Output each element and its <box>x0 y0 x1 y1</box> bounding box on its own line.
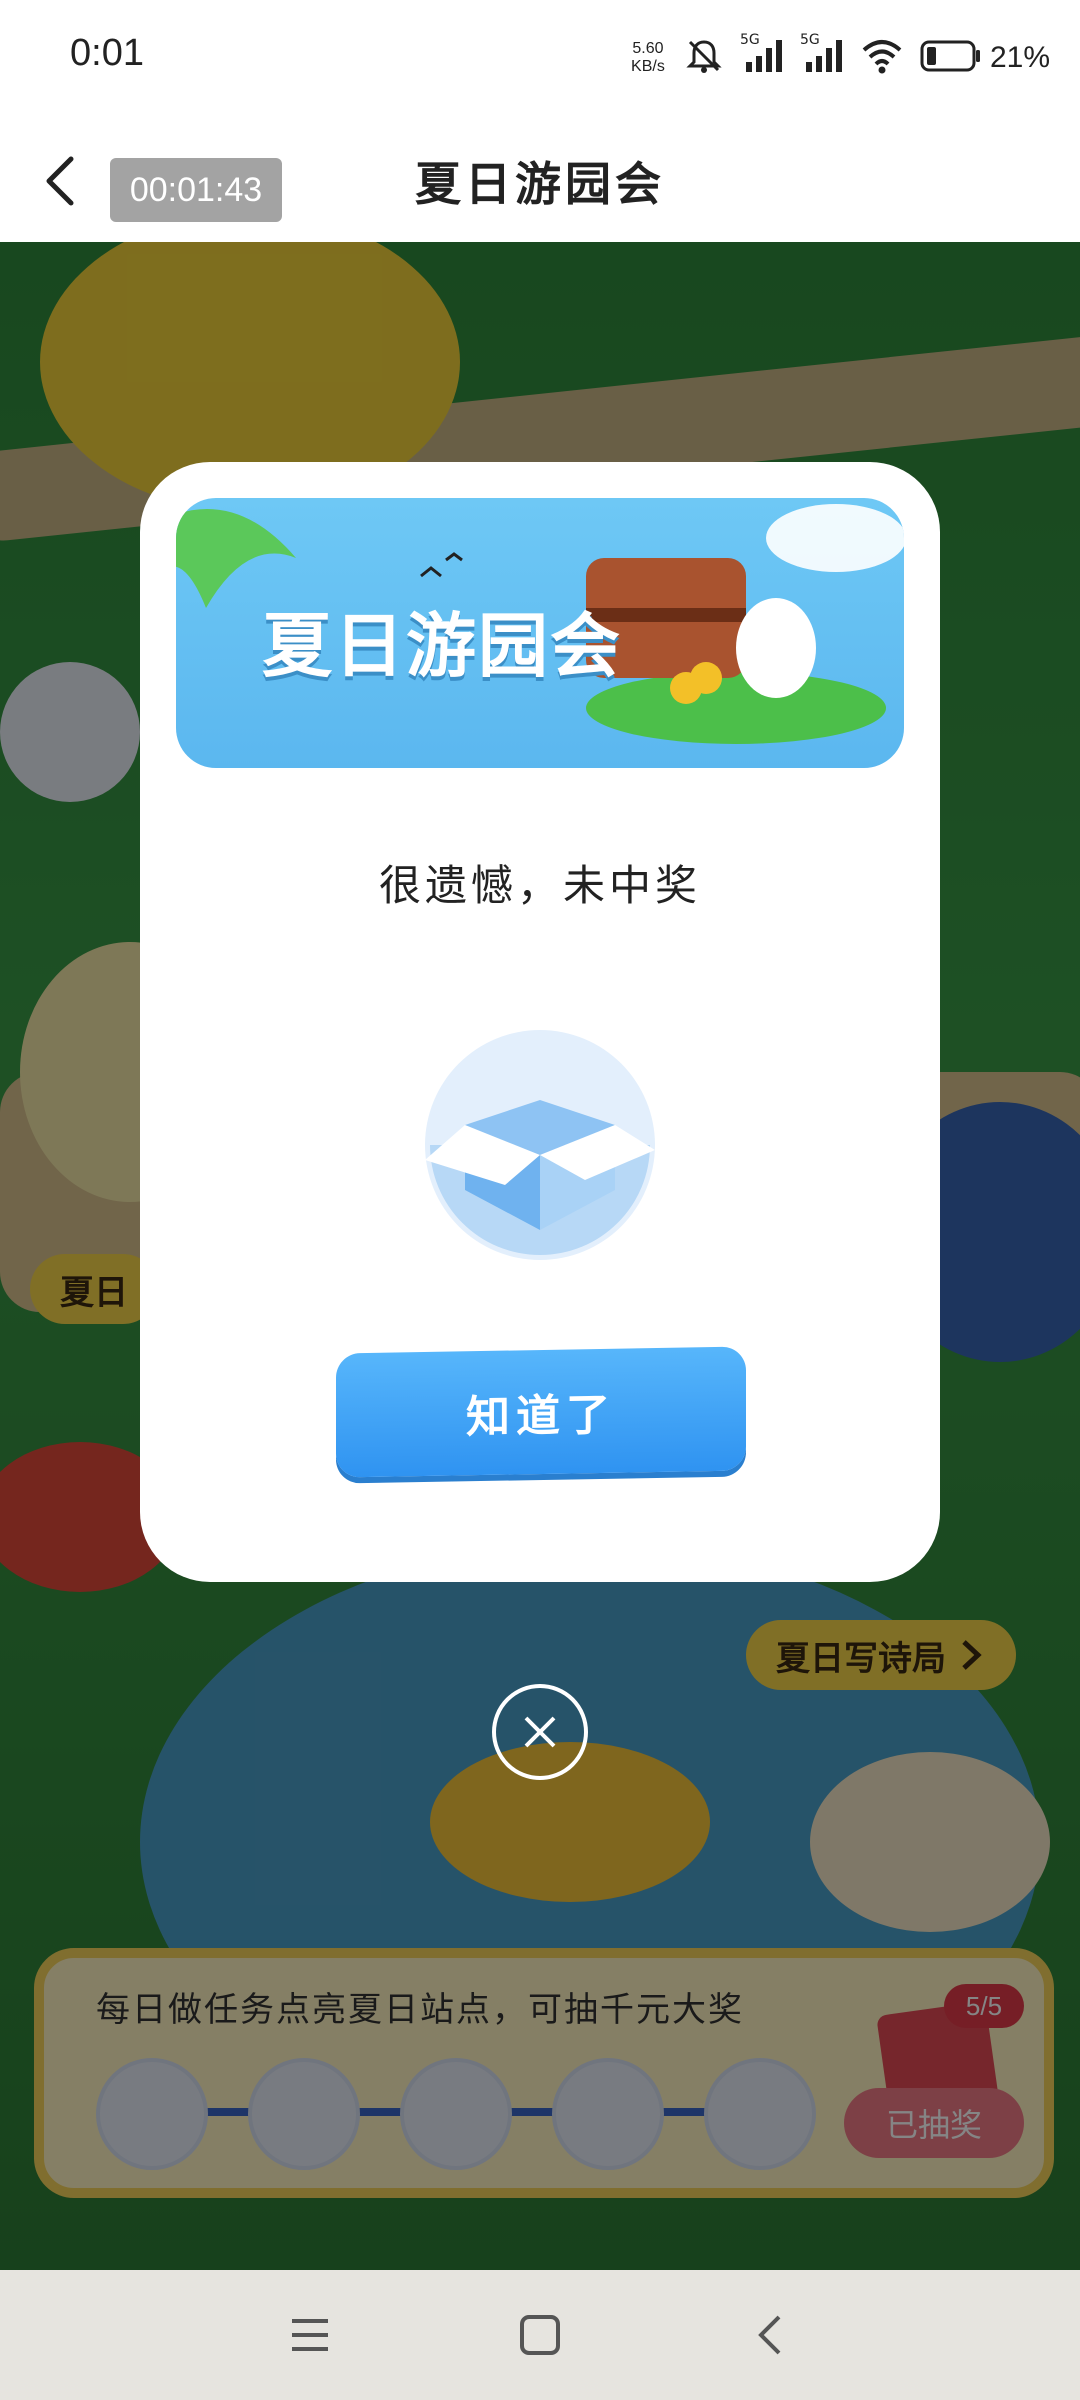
dialog-banner: 夏日游园会 <box>176 498 904 768</box>
page-title: 夏日游园会 <box>415 157 665 211</box>
menu-button[interactable] <box>270 2300 350 2370</box>
signal-label: 5G <box>739 32 760 48</box>
signal-icon: 5G <box>800 32 844 80</box>
navigation-bar <box>0 2270 1080 2400</box>
ok-button[interactable]: 知道了 <box>336 1346 746 1478</box>
status-icons: 5.60 KB/s 5G 5G 21% <box>628 28 1050 88</box>
result-text: 很遗憾，未中奖 <box>378 861 701 910</box>
title-bar: 00:01:43 夏日游园会 <box>0 118 1080 242</box>
back-nav-button[interactable] <box>730 2300 810 2370</box>
back-icon <box>758 2315 781 2355</box>
battery-icon <box>920 39 982 77</box>
result-dialog: 夏日游园会 很遗憾，未中奖 知道了 <box>140 462 940 1582</box>
signal-icon: 5G <box>740 32 784 80</box>
home-button[interactable] <box>500 2300 580 2370</box>
menu-icon <box>292 2319 328 2351</box>
mute-icon <box>684 36 724 80</box>
status-bar: 0:01 5.60 KB/s 5G 5G 21% <box>0 0 1080 118</box>
close-button[interactable] <box>492 1684 588 1780</box>
network-speed: 5.60 KB/s <box>628 40 668 76</box>
network-speed-value: 5.60 <box>632 40 664 57</box>
battery-percent: 21% <box>989 41 1050 74</box>
home-icon <box>520 2315 560 2355</box>
close-icon <box>524 1716 556 1748</box>
banner-title: 夏日游园会 <box>262 605 622 687</box>
signal-label: 5G <box>799 32 820 48</box>
wifi-icon <box>860 36 904 80</box>
network-speed-unit: KB/s <box>631 58 665 75</box>
battery: 21% <box>920 39 1050 77</box>
empty-box-icon <box>425 1030 655 1260</box>
status-time: 0:01 <box>70 32 144 74</box>
